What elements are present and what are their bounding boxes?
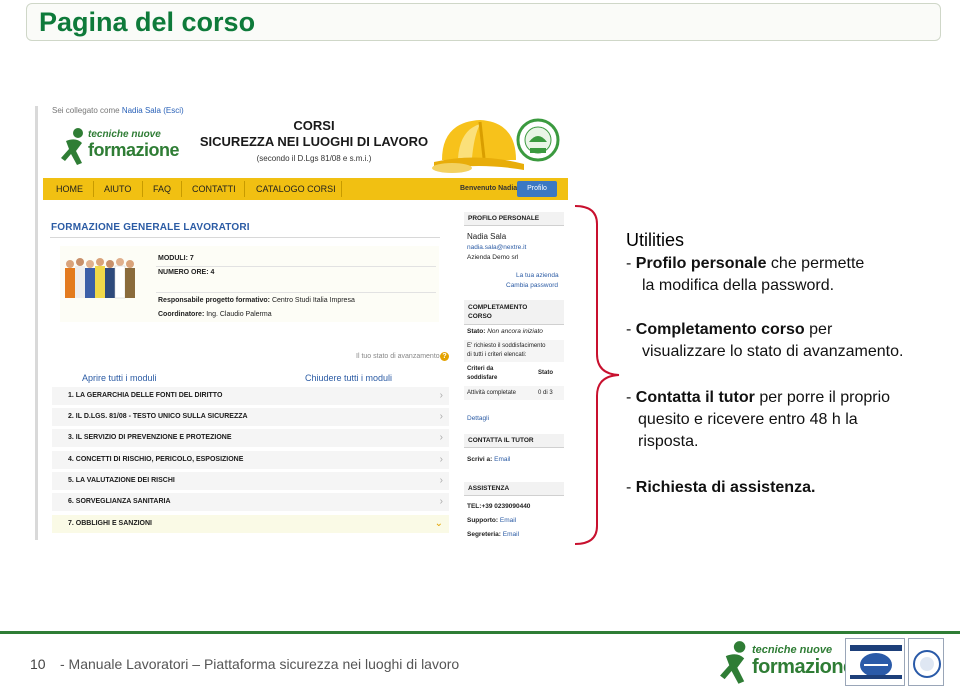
- profile-email[interactable]: nadia.sala@nextre.it: [467, 244, 526, 251]
- running-man-icon: [720, 641, 746, 684]
- support-email-link[interactable]: Email: [500, 517, 516, 524]
- completion-heading: COMPLETAMENTO CORSO: [464, 300, 564, 325]
- footer-divider: [0, 631, 960, 634]
- profile-heading: PROFILO PERSONALE: [464, 212, 564, 226]
- nav-home[interactable]: HOME: [56, 184, 83, 194]
- certification-badge-icon: [516, 118, 560, 162]
- logout-link[interactable]: (Esci): [163, 106, 183, 115]
- login-status: Sei collegato come Nadia Sala (Esci): [52, 106, 184, 115]
- moduli-count: MODULI: 7: [158, 255, 194, 262]
- help-question-icon[interactable]: ?: [440, 352, 449, 361]
- note-completion: - Completamento corso per: [626, 321, 833, 338]
- module-row-7[interactable]: 7. OBBLIGHI E SANZIONI ⌄: [52, 515, 449, 534]
- course-title: FORMAZIONE GENERALE LAVORATORI: [51, 222, 250, 233]
- nav-aiuto[interactable]: AIUTO: [104, 184, 131, 194]
- tutor-email-link[interactable]: Email: [494, 456, 510, 463]
- details-link[interactable]: Dettagli: [467, 415, 489, 422]
- change-password-link[interactable]: Cambia password: [506, 282, 558, 289]
- progress-hint: Il tuo stato di avanzamento: [356, 353, 440, 360]
- footer-logo: tecniche nuove formazione: [718, 636, 854, 688]
- assistance-tel: TEL:+39 0239090440: [467, 503, 531, 510]
- note-tutor: - Contatta il tutor per porre il proprio: [626, 389, 891, 406]
- close-all-modules-link[interactable]: Chiudere tutti i moduli: [305, 373, 392, 383]
- tecniche-nuove-logo[interactable]: tecniche nuove formazione: [60, 123, 180, 171]
- note-tutor-line2: quesito e ricevere entro 48 h la: [638, 411, 858, 428]
- chevron-right-icon: ›: [439, 475, 443, 486]
- certification-seal-icon: [850, 645, 902, 679]
- assistance-support: Supporto: Email: [467, 517, 517, 524]
- responsabile: Responsabile progetto formativo: Centro …: [158, 297, 355, 304]
- ore-count: NUMERO ORE: 4: [158, 269, 215, 276]
- note-tutor-line3: risposta.: [638, 433, 699, 450]
- iqnet-seal-icon: [913, 650, 941, 678]
- tutor-write: Scrivi a: Email: [467, 456, 511, 463]
- header-subtitle: (secondo il D.Lgs 81/08 e s.m.i.): [256, 154, 372, 163]
- welcome-text: Benvenuto Nadia: [460, 185, 518, 192]
- chevron-right-icon: ›: [439, 454, 443, 465]
- assistance-heading: ASSISTENZA: [464, 482, 564, 496]
- chevron-right-icon: ›: [439, 432, 443, 443]
- note-profile-line2: la modifica della password.: [642, 277, 835, 294]
- main-navbar: HOME AIUTO FAQ CONTATTI CATALOGO CORSI B…: [43, 178, 568, 200]
- tutor-heading: CONTATTA IL TUTOR: [464, 434, 564, 448]
- nav-contatti[interactable]: CONTATTI: [192, 184, 236, 194]
- secretary-email-link[interactable]: Email: [503, 531, 519, 538]
- hard-hat-image: [428, 112, 526, 174]
- module-row-6[interactable]: 6. SORVEGLIANZA SANITARIA ›: [52, 493, 449, 512]
- coordinatore: Coordinatore: Ing. Claudio Palerma: [158, 311, 272, 318]
- header-title-2: SICUREZZA NEI LUOGHI DI LAVORO: [199, 134, 429, 149]
- running-man-icon: [61, 128, 83, 165]
- page-number: 10: [30, 656, 46, 672]
- module-row-3[interactable]: 3. IL SERVIZIO DI PREVENZIONE E PROTEZIO…: [52, 429, 449, 448]
- module-row-1[interactable]: 1. LA GERARCHIA DELLE FONTI DEL DIRITTO ›: [52, 387, 449, 406]
- note-profile: - Profilo personale che permette: [626, 255, 865, 272]
- logo-text-1: tecniche nuove: [88, 129, 161, 140]
- criteria-header: Criteri da soddisfare: [467, 366, 498, 381]
- slide-title-bar: Pagina del corso: [26, 3, 941, 41]
- note-assistance: - Richiesta di assistenza.: [626, 479, 816, 496]
- header-title-1: CORSI: [293, 118, 335, 133]
- slide-title: Pagina del corso: [39, 7, 256, 37]
- criteria-state-header: Stato: [538, 370, 553, 376]
- module-row-4[interactable]: 4. CONCETTI DI RISCHIO, PERICOLO, ESPOSI…: [52, 451, 449, 470]
- profile-button[interactable]: Profilo: [517, 181, 557, 197]
- course-info-box: MODULI: 7 NUMERO ORE: 4 Responsabile pro…: [60, 246, 439, 322]
- note-completion-line2: visualizzare lo stato di avanzamento.: [642, 343, 904, 360]
- chevron-right-icon: ›: [439, 390, 443, 401]
- course-status: Stato: Non ancora iniziato: [467, 328, 543, 335]
- profile-company: Azienda Demo srl: [467, 254, 519, 261]
- profile-name: Nadia Sala: [467, 232, 507, 241]
- chevron-down-icon: ⌄: [434, 518, 443, 529]
- footer-text: - Manuale Lavoratori – Piattaforma sicur…: [60, 656, 460, 672]
- certiquality-logo: [845, 638, 905, 686]
- course-page-screenshot: Sei collegato come Nadia Sala (Esci) tec…: [35, 106, 573, 540]
- nav-faq[interactable]: FAQ: [153, 184, 171, 194]
- notes-heading: Utilities: [626, 230, 685, 250]
- workers-group-image: [62, 252, 138, 312]
- iqnet-logo: [908, 638, 944, 686]
- module-row-2[interactable]: 2. IL D.LGS. 81/08 - TESTO UNICO SULLA S…: [52, 408, 449, 427]
- activity-row: Attività completate 0 di 3: [464, 386, 564, 400]
- module-row-5[interactable]: 5. LA VALUTAZIONE DEI RISCHI ›: [52, 472, 449, 491]
- nav-catalogo-corsi[interactable]: CATALOGO CORSI: [256, 184, 336, 194]
- site-header: CORSI SICUREZZA NEI LUOGHI DI LAVORO (se…: [184, 118, 444, 163]
- requirement-box: E' richiesto il soddisfacimento di tutti…: [464, 340, 564, 362]
- divider: [50, 237, 440, 238]
- chevron-right-icon: ›: [439, 496, 443, 507]
- logo-text-2: formazione: [88, 140, 180, 160]
- your-company-link[interactable]: La tua azienda: [516, 272, 559, 279]
- red-brace-icon: [574, 205, 620, 545]
- user-link[interactable]: Nadia Sala: [122, 106, 161, 115]
- chevron-right-icon: ›: [439, 411, 443, 422]
- open-all-modules-link[interactable]: Aprire tutti i moduli: [82, 373, 157, 383]
- assistance-secretary: Segreteria: Email: [467, 531, 520, 538]
